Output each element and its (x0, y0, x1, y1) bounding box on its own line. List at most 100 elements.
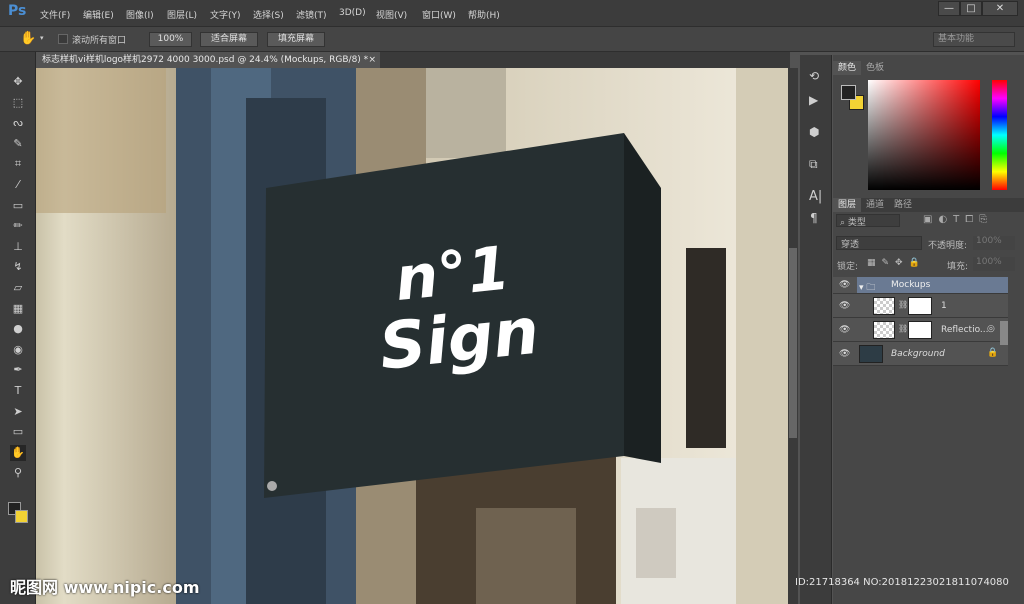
tab-layers[interactable]: 图层 (833, 198, 862, 212)
tab-swatches[interactable]: 色板 (861, 61, 889, 75)
watermark-id: ID:21718364 NO:20181223021811074080 (795, 577, 1009, 588)
menu-item[interactable]: 文字(Y) (210, 8, 241, 21)
layer-effects-icon[interactable]: ◎ (987, 324, 995, 334)
clone-stamp-icon[interactable]: ⊥ (10, 239, 26, 255)
panel-icon-strip: ⟲ ▶ ⬢ ⧉ A| ¶ (800, 55, 832, 604)
layers-panel-tabs: 图层 通道 路径 (833, 198, 1024, 212)
layers-list: 👁 ▾ 🗀 Mockups 👁 ⛓ 1 👁 ⛓ Reflectio... ◎ 👁… (833, 277, 1008, 373)
background-swatch-tool[interactable] (15, 510, 28, 523)
layer-name: 1 (941, 301, 947, 311)
lock-icon: 🔒 (987, 348, 999, 358)
visibility-eye-icon[interactable]: 👁 (839, 280, 850, 290)
hand-tool-icon[interactable]: ✋ (10, 444, 26, 461)
layer-filter-dropdown[interactable]: ⌕ 类型 (836, 214, 900, 228)
minimize-button[interactable]: — (938, 1, 960, 16)
tool-preset-dropdown-icon[interactable]: ▾ (40, 34, 44, 42)
lasso-tool-icon[interactable]: ᔓ (10, 115, 26, 131)
color-field[interactable] (868, 80, 980, 190)
blend-mode-dropdown[interactable]: 穿透 (836, 236, 922, 250)
menu-item[interactable]: 窗口(W) (422, 8, 456, 21)
actual-pixels-button[interactable]: 100% (149, 32, 192, 47)
menu-item[interactable]: 帮助(H) (468, 8, 500, 21)
hand-tool-icon[interactable]: ✋ (20, 31, 36, 46)
close-button[interactable]: ✕ (982, 1, 1018, 16)
character-icon[interactable]: A| (809, 189, 822, 204)
fill-screen-button[interactable]: 填充屏幕 (267, 32, 325, 47)
foreground-color-swatch[interactable] (841, 85, 856, 100)
smart-object-thumbnail (873, 297, 895, 315)
scrollbar-thumb[interactable] (789, 248, 797, 438)
menu-item[interactable]: 滤镜(T) (296, 8, 327, 21)
menu-item[interactable]: 视图(V) (376, 8, 407, 21)
3d-icon[interactable]: ⬢ (809, 125, 819, 139)
eyedropper-tool-icon[interactable]: ⁄ (10, 177, 26, 193)
layer-row-background[interactable]: 👁 Background 🔒 (833, 342, 1008, 366)
document-tab[interactable]: 标志样机vi样机logo样机2972 4000 3000.psd @ 24.4%… (36, 52, 380, 68)
properties-icon[interactable]: ⧉ (809, 157, 818, 172)
tab-color[interactable]: 颜色 (833, 61, 862, 75)
scroll-all-checkbox[interactable] (58, 34, 68, 44)
hue-slider[interactable] (992, 80, 1007, 190)
layer-mask-thumbnail (908, 297, 932, 315)
path-select-icon[interactable]: ➤ (10, 404, 26, 420)
fill-field[interactable]: 100% (973, 257, 1015, 271)
vertical-scrollbar[interactable] (788, 68, 798, 604)
options-bar: ✋ ▾ 滚动所有窗口 100% 适合屏幕 填充屏幕 基本功能 (0, 26, 1024, 52)
crop-tool-icon[interactable]: ⌗ (10, 156, 26, 172)
photoshop-logo: Ps (8, 3, 27, 19)
brush-tool-icon[interactable]: ✏ (10, 218, 26, 234)
marquee-tool-icon[interactable]: ⬚ (10, 95, 26, 111)
workspace-dropdown[interactable]: 基本功能 (933, 32, 1015, 47)
layer-row-mockups[interactable]: 👁 ▾ 🗀 Mockups (833, 277, 1008, 294)
background-thumbnail (859, 345, 883, 363)
scroll-all-label: 滚动所有窗口 (72, 36, 127, 46)
rectangle-tool-icon[interactable]: ▭ (10, 424, 26, 440)
smart-object-thumbnail (873, 321, 895, 339)
filter-icons[interactable]: ▣◐T⧠⎘ (923, 214, 993, 225)
opacity-label: 不透明度: (928, 241, 968, 251)
menu-item[interactable]: 图层(L) (167, 8, 197, 21)
actions-play-icon[interactable]: ▶ (809, 93, 818, 107)
type-tool-icon[interactable]: T (10, 383, 26, 399)
visibility-eye-icon[interactable]: 👁 (839, 349, 850, 359)
dodge-tool-icon[interactable]: ◉ (10, 342, 26, 358)
close-document-icon[interactable]: × (368, 52, 376, 68)
eraser-tool-icon[interactable]: ▱ (10, 280, 26, 296)
color-panel-tabs: 颜色 色板 (833, 61, 889, 75)
filter-label: 类型 (847, 218, 866, 228)
quick-select-tool-icon[interactable]: ✎ (10, 136, 26, 152)
paragraph-icon[interactable]: ¶ (810, 211, 818, 225)
fit-screen-button[interactable]: 适合屏幕 (200, 32, 258, 47)
gradient-tool-icon[interactable]: ▦ (10, 301, 26, 317)
layers-scrollbar[interactable] (1000, 321, 1008, 345)
link-icon: ⛓ (898, 324, 909, 333)
visibility-eye-icon[interactable]: 👁 (839, 301, 850, 311)
maximize-button[interactable]: □ (960, 1, 982, 16)
menu-item[interactable]: 3D(D) (339, 8, 366, 18)
move-tool-icon[interactable]: ✥ (10, 74, 26, 90)
document-title: 标志样机vi样机logo样机2972 4000 3000.psd @ 24.4%… (42, 55, 369, 65)
history-icon[interactable]: ⟲ (809, 69, 819, 83)
healing-brush-icon[interactable]: ▭ (10, 198, 26, 214)
tab-channels[interactable]: 通道 (861, 198, 889, 212)
menu-item[interactable]: 编辑(E) (83, 8, 114, 21)
history-brush-icon[interactable]: ↯ (10, 259, 26, 275)
visibility-eye-icon[interactable]: 👁 (839, 325, 850, 335)
tab-paths[interactable]: 路径 (889, 198, 917, 212)
zoom-tool-icon[interactable]: ⚲ (10, 465, 26, 481)
layer-name: Background (891, 349, 945, 359)
document-canvas[interactable]: n°1 Sign (36, 68, 788, 604)
blend-mode-label: 穿透 (841, 240, 860, 250)
menu-item[interactable]: 选择(S) (253, 8, 284, 21)
menu-item[interactable]: 文件(F) (40, 8, 70, 21)
blur-tool-icon[interactable]: ● (10, 321, 26, 337)
right-panels: 颜色 色板 图层 通道 路径 ⌕ 类型 ▣◐T⧠⎘ 穿透 不透明度: 100% … (833, 55, 1024, 604)
lock-icons[interactable]: ▦✎✥🔒 (867, 258, 926, 268)
menu-item[interactable]: 图像(I) (126, 8, 154, 21)
layer-row-1[interactable]: 👁 ⛓ 1 (833, 294, 1008, 318)
opacity-field[interactable]: 100% (973, 236, 1015, 250)
layer-name: Reflectio... (941, 325, 989, 335)
layer-row-reflection[interactable]: 👁 ⛓ Reflectio... ◎ (833, 318, 1008, 342)
pen-tool-icon[interactable]: ✒ (10, 362, 26, 378)
watermark-logo: 昵图网 www.nipic.com (10, 578, 200, 597)
